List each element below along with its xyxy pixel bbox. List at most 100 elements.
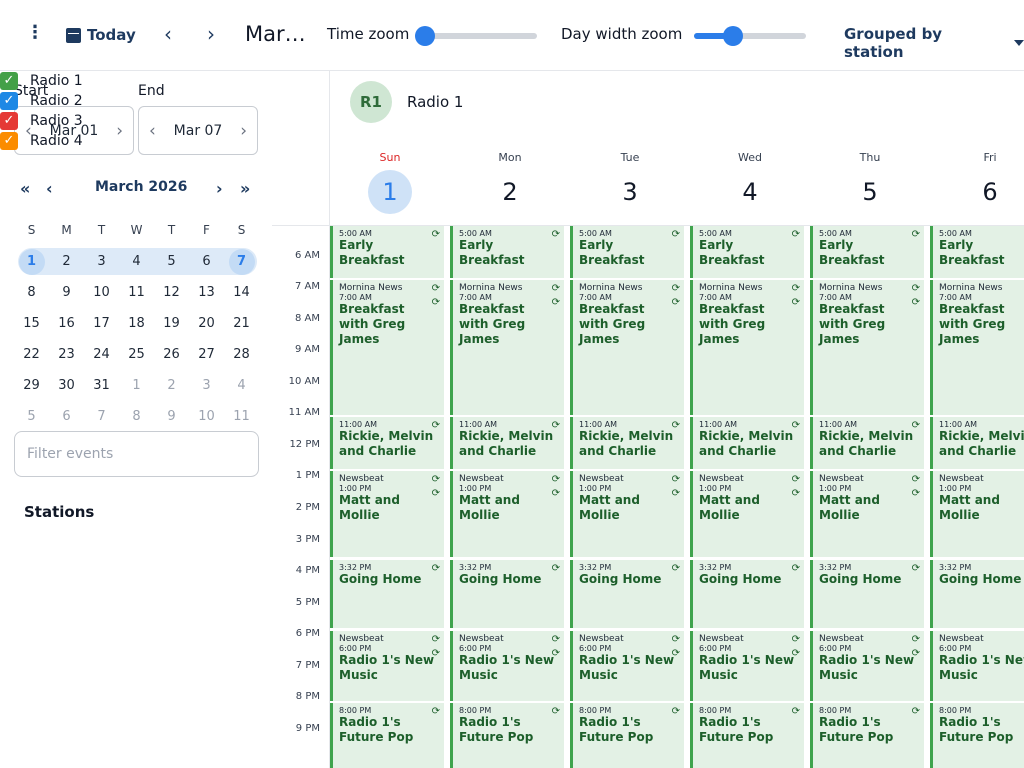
mini-calendar-day[interactable]: 11 (224, 401, 259, 432)
today-button[interactable]: Today (66, 20, 136, 50)
prev-month-icon[interactable]: ‹ (46, 179, 53, 198)
event-block[interactable]: Mornina News 7:00 AM Breakfast with Greg J… (690, 280, 804, 415)
mini-calendar-day[interactable]: 10 (84, 277, 119, 308)
kebab-menu-icon[interactable]: ⋮ (24, 22, 46, 48)
event-block[interactable]: Newsbeat1:00 PMMatt and Mollie⟳⟳ (570, 471, 684, 557)
mini-calendar-day[interactable]: 4 (119, 246, 154, 277)
mini-calendar-day[interactable]: 14 (224, 277, 259, 308)
mini-calendar-day[interactable]: 26 (154, 339, 189, 370)
mini-calendar-day[interactable]: 7 (84, 401, 119, 432)
event-block[interactable]: Newsbeat6:00 PMRadio 1's New Music⟳⟳ (330, 631, 444, 701)
event-block[interactable]: 3:32 PMGoing Home⟳ (690, 560, 804, 628)
event-block[interactable]: 11:00 AMRickie, Melvin and Charlie⟳ (450, 417, 564, 469)
next-year-icon[interactable]: » (240, 179, 250, 198)
day-header[interactable]: Thu 5 (810, 151, 930, 214)
day-header[interactable]: Fri 6 (930, 151, 1024, 214)
mini-calendar-day[interactable]: 12 (154, 277, 189, 308)
mini-calendar-day[interactable]: 31 (84, 370, 119, 401)
event-block[interactable]: Mornina News 7:00 AM Breakfast with Greg J… (450, 280, 564, 415)
event-block[interactable]: Newsbeat1:00 PMMatt and Mollie⟳⟳ (930, 471, 1024, 557)
mini-calendar-day[interactable]: 6 (189, 246, 224, 277)
next-month-icon[interactable]: › (216, 179, 223, 198)
event-block[interactable]: 11:00 AMRickie, Melvin and Charlie⟳ (690, 417, 804, 469)
end-date-picker[interactable]: ‹ Mar 07 › (138, 106, 258, 155)
event-block[interactable]: 3:32 PMGoing Home⟳ (330, 560, 444, 628)
event-block[interactable]: Newsbeat1:00 PMMatt and Mollie⟳⟳ (690, 471, 804, 557)
mini-calendar-day[interactable]: 11 (119, 277, 154, 308)
event-block[interactable]: Newsbeat6:00 PMRadio 1's New Music⟳⟳ (930, 631, 1024, 701)
mini-calendar-day[interactable]: 27 (189, 339, 224, 370)
event-block[interactable]: 8:00 PMRadio 1's Future Pop⟳ (330, 703, 444, 768)
mini-calendar-day[interactable]: 2 (154, 370, 189, 401)
mini-calendar-day[interactable]: 8 (14, 277, 49, 308)
event-block[interactable]: 8:00 PMRadio 1's Future Pop⟳ (450, 703, 564, 768)
mini-calendar-day[interactable]: 3 (84, 246, 119, 277)
mini-calendar-day[interactable]: 17 (84, 308, 119, 339)
event-block[interactable]: 5:00 AMEarly Breakfast ⟳ (450, 226, 564, 278)
day-width-zoom-slider[interactable] (694, 26, 806, 46)
mini-calendar-day[interactable]: 23 (49, 339, 84, 370)
time-zoom-slider[interactable] (415, 26, 537, 46)
prev-year-icon[interactable]: « (20, 179, 30, 198)
mini-calendar-day[interactable]: 19 (154, 308, 189, 339)
event-block[interactable]: Mornina News 7:00 AM Breakfast with Greg J… (570, 280, 684, 415)
event-block[interactable]: 3:32 PMGoing Home⟳ (450, 560, 564, 628)
day-header[interactable]: Wed 4 (690, 151, 810, 214)
mini-calendar-day[interactable]: 24 (84, 339, 119, 370)
event-block[interactable]: Newsbeat1:00 PMMatt and Mollie⟳⟳ (450, 471, 564, 557)
mini-calendar-day[interactable]: 10 (189, 401, 224, 432)
event-block[interactable]: 5:00 AMEarly Breakfast ⟳ (330, 226, 444, 278)
event-block[interactable]: 3:32 PMGoing Home⟳ (810, 560, 924, 628)
mini-calendar-day[interactable]: 25 (119, 339, 154, 370)
event-block[interactable]: 8:00 PMRadio 1's Future Pop⟳ (930, 703, 1024, 768)
event-block[interactable]: 3:32 PMGoing Home⟳ (570, 560, 684, 628)
event-block[interactable]: 5:00 AMEarly Breakfast ⟳ (810, 226, 924, 278)
station-toggle[interactable]: ✓ Radio 4 (0, 131, 83, 151)
day-width-zoom-thumb[interactable] (723, 26, 743, 46)
prev-period-button[interactable]: ‹ (157, 22, 179, 46)
event-block[interactable]: Mornina News 7:00 AM Breakfast with Greg J… (810, 280, 924, 415)
checkbox-checked-icon[interactable]: ✓ (0, 132, 18, 150)
station-toggle[interactable]: ✓ Radio 2 (0, 91, 83, 111)
event-block[interactable]: Newsbeat1:00 PMMatt and Mollie⟳⟳ (330, 471, 444, 557)
checkbox-checked-icon[interactable]: ✓ (0, 92, 18, 110)
mini-calendar-day[interactable]: 20 (189, 308, 224, 339)
mini-calendar-day[interactable]: 18 (119, 308, 154, 339)
event-block[interactable]: Newsbeat6:00 PMRadio 1's New Music⟳⟳ (690, 631, 804, 701)
event-block[interactable]: 11:00 AMRickie, Melvin and Charlie⟳ (930, 417, 1024, 469)
mini-calendar-day[interactable]: 1 (14, 246, 49, 277)
mini-calendar-day[interactable]: 5 (14, 401, 49, 432)
time-zoom-thumb[interactable] (415, 26, 435, 46)
event-block[interactable]: Mornina News 7:00 AM Breakfast with Greg J… (930, 280, 1024, 415)
event-block[interactable]: 11:00 AMRickie, Melvin and Charlie⟳ (330, 417, 444, 469)
group-by-dropdown[interactable]: Grouped by station (844, 25, 1024, 61)
mini-calendar-day[interactable]: 2 (49, 246, 84, 277)
mini-calendar-day[interactable]: 13 (189, 277, 224, 308)
mini-calendar-day[interactable]: 21 (224, 308, 259, 339)
checkbox-checked-icon[interactable]: ✓ (0, 112, 18, 130)
mini-calendar-day[interactable]: 9 (49, 277, 84, 308)
event-block[interactable]: Mornina News 7:00 AM Breakfast with Greg J… (330, 280, 444, 415)
mini-calendar-day[interactable]: 7 (224, 246, 259, 277)
event-block[interactable]: 8:00 PMRadio 1's Future Pop⟳ (810, 703, 924, 768)
mini-calendar-day[interactable]: 3 (189, 370, 224, 401)
event-block[interactable]: 11:00 AMRickie, Melvin and Charlie⟳ (570, 417, 684, 469)
event-block[interactable]: 3:32 PMGoing Home⟳ (930, 560, 1024, 628)
mini-calendar-day[interactable]: 29 (14, 370, 49, 401)
station-toggle[interactable]: ✓ Radio 3 (0, 111, 83, 131)
mini-calendar-day[interactable]: 22 (14, 339, 49, 370)
mini-calendar-day[interactable]: 6 (49, 401, 84, 432)
filter-events-input[interactable]: Filter events (14, 431, 259, 477)
event-block[interactable]: 8:00 PMRadio 1's Future Pop⟳ (690, 703, 804, 768)
chevron-left-icon[interactable]: ‹ (149, 121, 156, 141)
next-period-button[interactable]: › (200, 22, 222, 46)
day-header[interactable]: Tue 3 (570, 151, 690, 214)
chevron-right-icon[interactable]: › (116, 121, 123, 141)
day-header[interactable]: Sun 1 (330, 151, 450, 214)
event-block[interactable]: Newsbeat6:00 PMRadio 1's New Music⟳⟳ (570, 631, 684, 701)
event-block[interactable]: 5:00 AMEarly Breakfast ⟳ (570, 226, 684, 278)
event-block[interactable]: 5:00 AMEarly Breakfast ⟳ (690, 226, 804, 278)
mini-calendar-day[interactable]: 5 (154, 246, 189, 277)
mini-calendar-day[interactable]: 9 (154, 401, 189, 432)
event-block[interactable]: 11:00 AMRickie, Melvin and Charlie⟳ (810, 417, 924, 469)
